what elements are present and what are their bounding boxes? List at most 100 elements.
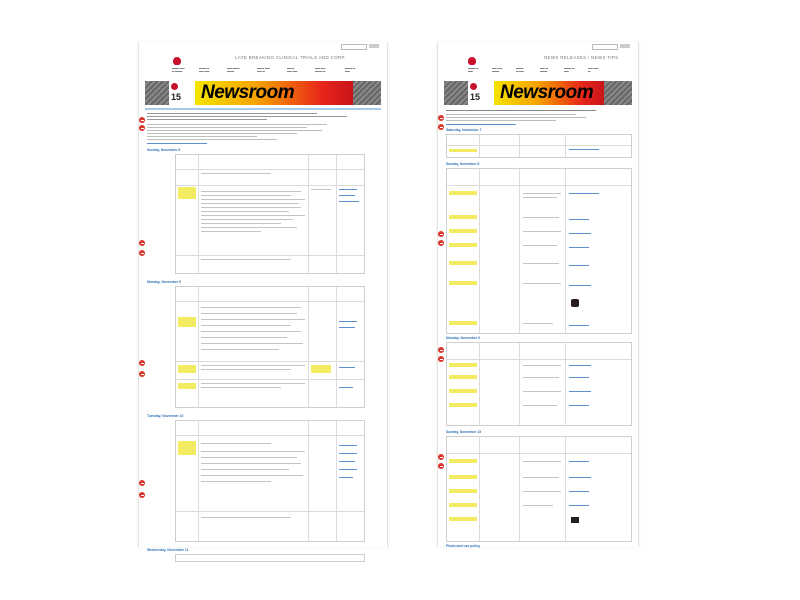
aha-logo[interactable] [468, 52, 488, 65]
share-icon[interactable] [438, 231, 444, 237]
share-icon[interactable] [139, 117, 145, 123]
search-input[interactable] [341, 44, 367, 50]
nav-item[interactable]: ▬▬ ▬▬▬ ▬▬▬ [227, 67, 249, 73]
time-highlight [449, 243, 477, 247]
top-navigation: ▬▬▬ ▬▬ ▬ ▬▬▬ ▬▬▬ ▬ ▬▬ ▬▬ ▬▬ ▬▬▬ ▬▬▬ ▬▬▬ ▬▬ ▬… [139, 67, 387, 79]
nav-item[interactable]: ▬▬▬ ▬ ▬▬ [516, 67, 538, 73]
time-highlight [449, 459, 477, 463]
share-icon[interactable] [139, 250, 145, 256]
time-highlight [449, 321, 477, 325]
nav-item[interactable]: ▬▬ ▬▬ ▬▬▬ ▬ [315, 67, 337, 73]
banner-pattern-left [145, 81, 169, 105]
speaker-photo[interactable] [571, 517, 579, 523]
time-highlight [449, 503, 477, 507]
share-icon[interactable] [438, 115, 444, 121]
left-document-page: LATE BREAKING CLINICAL TRIALS AND CORP ▬… [138, 42, 388, 562]
nav-item[interactable]: ▬▬▬ ▬▬ ▬ ▬▬▬ [172, 67, 194, 73]
time-highlight [449, 261, 477, 265]
banner-title: Newsroom [500, 82, 594, 103]
newsroom-banner: 15 Newsroom [444, 81, 632, 105]
banner-gradient: Newsroom [195, 81, 353, 105]
time-highlight [449, 403, 477, 407]
nav-item[interactable]: ▬▬▬ ▬▬ ▬▬ ▬ [257, 67, 279, 73]
banner-pattern-right [604, 81, 632, 105]
right-content: Saturday, November 7 Sunday, November 8 [444, 108, 632, 548]
page-title: NEWS RELEASES / NEWS TIPS [544, 55, 619, 60]
day-heading: Wednesday, November 11 [147, 548, 189, 552]
top-utility-strip [438, 42, 638, 52]
schedule-table [175, 286, 365, 408]
sessions-year: 15 [470, 92, 481, 102]
search-button[interactable] [369, 44, 379, 48]
schedule-table [175, 154, 365, 274]
schedule-table [175, 420, 365, 542]
schedule-table [446, 134, 632, 158]
highlight [311, 365, 331, 373]
time-highlight [449, 475, 477, 479]
time-highlight [178, 187, 196, 199]
schedule-table [175, 554, 365, 562]
share-icon[interactable] [438, 124, 444, 130]
photo-policy-link[interactable]: Photo and use policy [446, 544, 480, 548]
heart-icon [173, 57, 181, 65]
section-divider [145, 108, 381, 110]
day-heading: Tuesday, November 10 [147, 414, 184, 418]
nav-item[interactable]: ▬▬▬ ▬ ▬▬ [564, 67, 586, 73]
sessions-year: 15 [171, 92, 182, 102]
heart-icon [171, 83, 178, 90]
share-icon[interactable] [139, 492, 145, 498]
time-highlight [178, 383, 196, 389]
nav-item[interactable]: ▬▬ ▬ ▬▬▬ [540, 67, 562, 73]
time-highlight [178, 441, 196, 455]
schedule-table [446, 342, 632, 426]
day-heading: Monday, November 9 [147, 280, 181, 284]
time-highlight [449, 389, 477, 393]
nav-item[interactable]: ▬▬▬ ▬ ▬▬ ▬▬ [199, 67, 221, 73]
speaker-photo[interactable] [571, 299, 579, 307]
share-icon[interactable] [438, 463, 444, 469]
time-highlight [449, 229, 477, 233]
heart-icon [468, 57, 476, 65]
search-button[interactable] [620, 44, 630, 48]
time-highlight [178, 365, 196, 373]
nav-item[interactable]: ▬▬▬ ▬ ▬▬ [345, 67, 367, 73]
newsroom-banner: 15 Newsroom [145, 81, 381, 105]
day-heading: Sunday, November 8 [147, 148, 181, 152]
share-icon[interactable] [139, 371, 145, 377]
schedule-table [446, 168, 632, 334]
time-highlight [449, 191, 477, 195]
share-icon[interactable] [139, 240, 145, 246]
day-heading: Sunday, November 8 [446, 162, 480, 166]
time-highlight [449, 375, 477, 379]
banner-pattern-left [444, 81, 468, 105]
nav-item[interactable]: ▬▬ ▬▬ ▬ [588, 67, 610, 73]
nav-item[interactable]: ▬▬▬ ▬ ▬▬ [468, 67, 490, 73]
banner-title: Newsroom [201, 82, 295, 103]
share-icon[interactable] [139, 480, 145, 486]
day-heading: Saturday, November 7 [446, 128, 482, 132]
time-highlight [449, 215, 477, 219]
scientific-sessions-logo: 15 [169, 81, 195, 105]
share-icon[interactable] [438, 356, 444, 362]
time-highlight [449, 489, 477, 493]
scientific-sessions-logo: 15 [468, 81, 494, 105]
share-icon[interactable] [438, 240, 444, 246]
banner-pattern-right [353, 81, 381, 105]
top-navigation: ▬▬▬ ▬ ▬▬ ▬▬ ▬▬ ▬▬▬ ▬▬▬ ▬ ▬▬ ▬▬ ▬ ▬▬▬ ▬▬▬ ▬ ▬▬… [438, 67, 638, 79]
left-content: Sunday, November 8 Monday, November 9 Tu… [145, 108, 381, 562]
share-icon[interactable] [438, 347, 444, 353]
nav-item[interactable]: ▬▬ ▬▬ ▬▬▬ [492, 67, 514, 73]
aha-logo[interactable] [173, 52, 193, 65]
day-heading: Monday, November 9 [446, 336, 480, 340]
share-icon[interactable] [139, 125, 145, 131]
page-title: LATE BREAKING CLINICAL TRIALS AND CORP [235, 55, 345, 60]
nav-item[interactable]: ▬▬▬ ▬▬ ▬▬ [287, 67, 309, 73]
schedule-table [446, 436, 632, 542]
right-document-page: NEWS RELEASES / NEWS TIPS ▬▬▬ ▬ ▬▬ ▬▬ ▬▬ ▬… [437, 42, 639, 548]
heart-icon [470, 83, 477, 90]
share-icon[interactable] [438, 454, 444, 460]
share-icon[interactable] [139, 360, 145, 366]
time-highlight [449, 149, 477, 152]
time-highlight [178, 317, 196, 327]
search-input[interactable] [592, 44, 618, 50]
